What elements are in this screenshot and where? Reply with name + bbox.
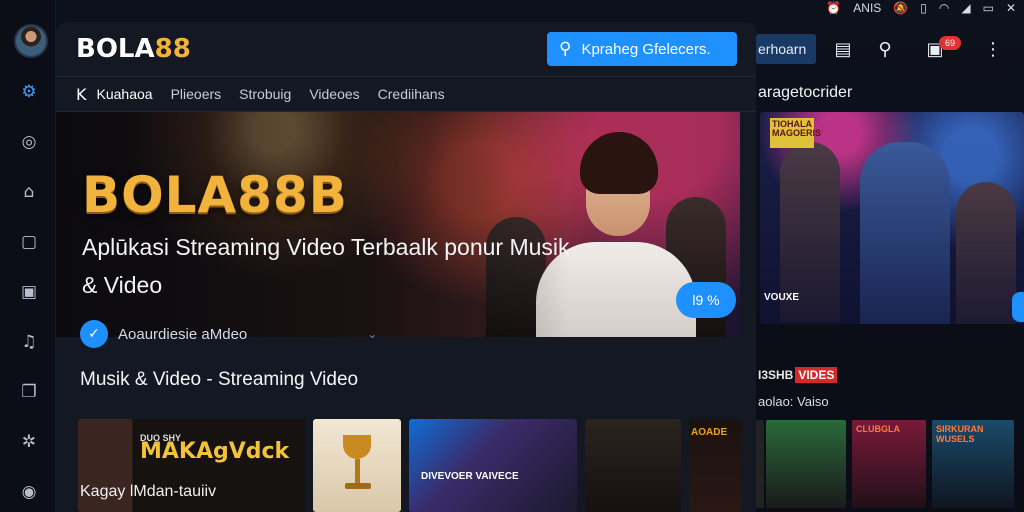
right-section-title: I3SHB VIDES [758, 367, 838, 383]
signal-icon: ◢ [961, 1, 971, 15]
right-subtitle: aolao: Vaiso [758, 394, 829, 409]
hero-brand: BOLA88B [82, 166, 348, 224]
square-icon[interactable]: ▢ [16, 229, 42, 255]
logo[interactable]: BOLA88 [76, 34, 191, 64]
wifi-icon: ◠ [938, 1, 950, 15]
trophy-icon [343, 435, 371, 459]
cast-icon[interactable]: ▤ [830, 36, 856, 62]
right-thumbnail[interactable]: SIRKURAN WUSELS [932, 420, 1014, 508]
hero-title: Aplūkasi Streaming Video Terbaalk ponur … [82, 234, 570, 298]
section-title: Musik & Video - Streaming Video [80, 369, 359, 390]
thumbnail-row: DUO SHY MAKAgVdck Kagay lMdan-tauiiv DIV… [78, 419, 748, 512]
compass-icon[interactable]: ◎ [16, 129, 42, 155]
thumbnail-caption: AOADE [691, 427, 728, 438]
avatar[interactable] [14, 24, 48, 58]
thumbnail-caption: Kagay lMdan-tauiiv [80, 483, 217, 500]
main-panel: BOLA88 ⚲ Kpraheg Gfelecers. K Kuahaoa Pl… [56, 22, 756, 512]
mute-icon: 🔕 [893, 1, 909, 15]
right-hero[interactable]: TIOHALA MAGOERIS VOUXE [760, 112, 1024, 324]
music-icon[interactable]: ♫ [16, 329, 42, 355]
thumbnail-card[interactable] [313, 419, 401, 512]
tab-item[interactable]: Plieoers [171, 86, 222, 102]
hero-sign: TIOHALA MAGOERIS [770, 118, 821, 148]
thumbnail-caption: DIVEVOER VAIVECE [421, 471, 519, 482]
person-figure [860, 142, 950, 324]
meta-row[interactable]: ✓ Aoaurdiesie aMdeo ⌄ [80, 320, 377, 348]
next-arrow-button[interactable] [1012, 292, 1024, 322]
back-button[interactable]: K [76, 85, 87, 104]
thumbnail-title: MAKAgVdck [140, 439, 290, 464]
right-thumbnail[interactable] [756, 420, 764, 508]
book-icon[interactable]: ❐ [16, 379, 42, 405]
search-icon[interactable]: ⚲ [872, 36, 898, 62]
more-icon[interactable]: ⋮ [980, 36, 1006, 62]
logo-number: 88 [154, 34, 191, 64]
thumbnail-card[interactable]: DUO SHY MAKAgVdck Kagay lMdan-tauiiv [78, 419, 306, 512]
status-bar: ⏰ ANIS 🔕 ▯ ◠ ◢ ▭ ✕ [826, 0, 1016, 16]
search-label: Kpraheg Gfelecers. [581, 40, 711, 58]
thumbnail-card[interactable]: DIVEVOER VAIVECE [409, 419, 577, 512]
right-label: aragetocrider [758, 84, 853, 101]
hero-banner[interactable]: BOLA88B Aplūkasi Streaming Video Terbaal… [56, 112, 740, 337]
status-text: ANIS [853, 1, 882, 15]
logo-text: BOLA [76, 34, 155, 64]
close-icon[interactable]: ✕ [1006, 1, 1016, 15]
right-panel: erhoarn ▤ ⚲ ▣ 69 ⋮ aragetocrider TIOHALA… [756, 22, 1024, 512]
check-icon: ✓ [80, 320, 108, 348]
sidebar: ⚙ ◎ ⌂ ▢ ▣ ♫ ❐ ✲ ◉ [0, 0, 56, 512]
search-button[interactable]: ⚲ Kpraheg Gfelecers. [547, 32, 737, 66]
tab-bar: K Kuahaoa Plieoers Strobuig Videoes Cred… [56, 76, 756, 112]
hero-badge-button[interactable]: l9 % [676, 282, 736, 318]
circle-icon[interactable]: ◉ [16, 479, 42, 505]
chevron-down-icon[interactable]: ⌄ [367, 327, 377, 341]
tab-item[interactable]: Videoes [309, 86, 359, 102]
person-figure [956, 182, 1016, 324]
search-icon: ⚲ [559, 39, 572, 59]
login-button[interactable]: erhoarn [756, 34, 816, 64]
right-thumbnail[interactable]: CLUBGLA [852, 420, 926, 508]
vibrate-icon: ▯ [920, 1, 927, 15]
thumbnail-card[interactable]: AOADE [689, 419, 741, 512]
home-icon[interactable]: ⌂ [16, 179, 42, 205]
right-hero-text: VOUXE [764, 292, 800, 303]
battery-icon: ▭ [982, 1, 994, 15]
notification-badge: 69 [939, 36, 961, 50]
image-icon[interactable]: ▣ [16, 279, 42, 305]
right-thumbnail[interactable] [766, 420, 846, 508]
settings-icon[interactable]: ✲ [16, 429, 42, 455]
gear-hub-icon[interactable]: ⚙ [16, 79, 42, 105]
app-window: ⏰ ANIS 🔕 ▯ ◠ ◢ ▭ ✕ ⚙ ◎ ⌂ ▢ ▣ ♫ ❐ ✲ ◉ BOL… [0, 0, 1024, 512]
tab-item[interactable]: Crediihans [378, 86, 445, 102]
thumbnail-card[interactable] [585, 419, 681, 512]
tab-item[interactable]: Strobuig [239, 86, 291, 102]
tab-item[interactable]: Kuahaoa [97, 86, 153, 102]
alarm-icon: ⏰ [826, 1, 842, 15]
section-red-tag: VIDES [795, 367, 838, 383]
meta-text: Aoaurdiesie aMdeo [118, 325, 248, 343]
